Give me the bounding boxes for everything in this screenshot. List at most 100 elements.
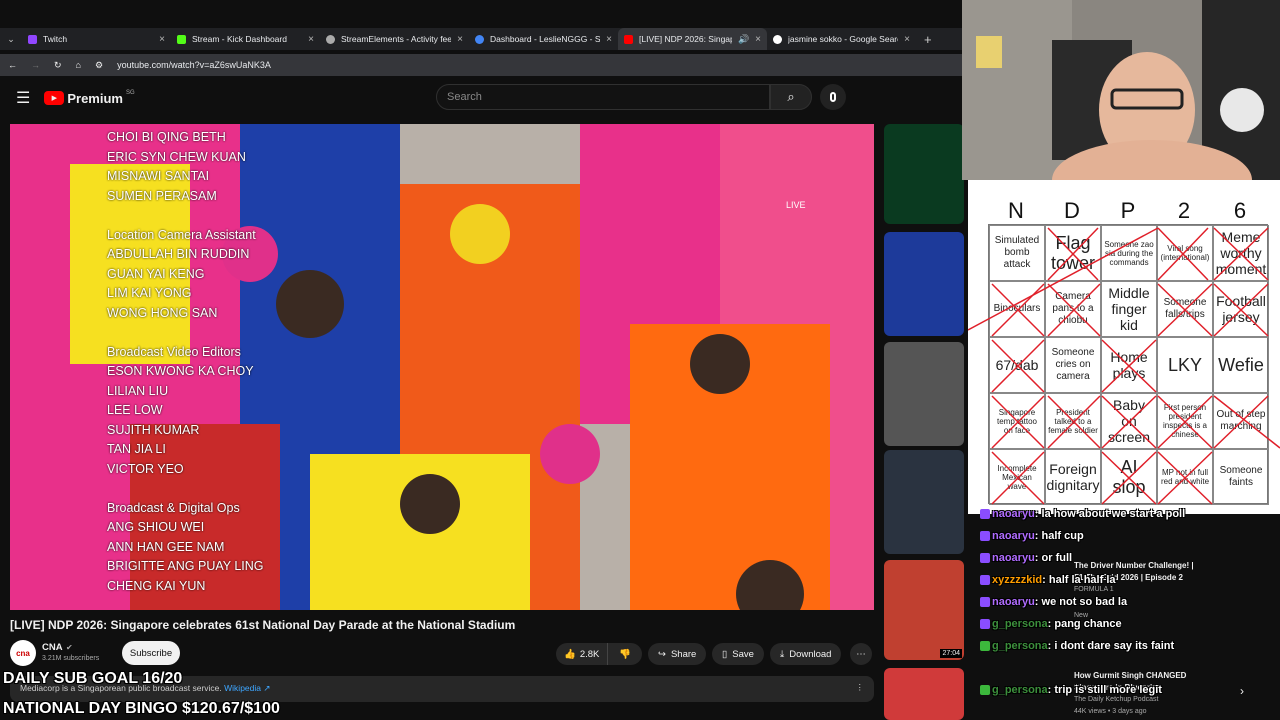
bingo-cell: Home plays: [1101, 337, 1157, 393]
speaker-icon[interactable]: 🔊: [738, 34, 749, 45]
search-icon: ⌕: [787, 89, 795, 104]
recommended-thumbnail[interactable]: 27:04: [884, 560, 964, 660]
tab-twitch[interactable]: Twitch ×: [22, 28, 171, 50]
tab-google-search[interactable]: jasmine sokko - Google Search ×: [767, 28, 916, 50]
webcam-frame: [962, 0, 1280, 180]
chat-message: naoaryu: or full: [980, 552, 1072, 564]
sub-badge-icon: [980, 509, 990, 520]
download-button[interactable]: ⤓ Download: [770, 643, 842, 665]
search-button[interactable]: ⌕: [770, 84, 812, 110]
close-icon[interactable]: ×: [904, 34, 910, 45]
more-actions-button[interactable]: ⋯: [850, 643, 872, 665]
forward-icon[interactable]: →: [31, 60, 40, 70]
menu-icon[interactable]: ☰: [16, 88, 30, 108]
bingo-cell: Football jersey: [1213, 281, 1269, 337]
chevron-right-icon[interactable]: ›: [1240, 684, 1244, 698]
verified-icon: ✔: [66, 643, 73, 652]
youtube-play-icon: ▶: [44, 91, 65, 105]
video-title: [LIVE] NDP 2026: Singapore celebrates 61…: [10, 618, 516, 632]
voice-search-button[interactable]: [820, 84, 846, 110]
bingo-cell: Foreign dignitary: [1045, 449, 1101, 505]
twitch-favicon-icon: [28, 34, 37, 44]
bingo-cell: Viral song (international): [1157, 225, 1213, 281]
close-icon[interactable]: ×: [308, 34, 314, 45]
youtube-logo[interactable]: ▶ Premium SG: [44, 90, 135, 106]
bookmark-icon: ▯: [722, 648, 728, 660]
like-dislike-group: 👍 2.8K 👎: [556, 643, 642, 665]
sub-badge-icon: [980, 597, 990, 608]
close-icon[interactable]: ×: [159, 34, 165, 45]
bingo-cell: Out of step marching: [1213, 393, 1269, 449]
sub-badge-icon: [980, 575, 990, 586]
chat-message: naoaryu: half cup: [980, 530, 1084, 542]
chat-message: naoaryu: we not so bad la: [980, 596, 1127, 608]
bingo-cell: Baby on screen: [1101, 393, 1157, 449]
back-icon[interactable]: ←: [8, 60, 17, 70]
bingo-card: NDP26 Simulated bomb attack Flag tower S…: [968, 180, 1280, 514]
recommended-thumbnail[interactable]: [884, 124, 964, 224]
tab-list-icon[interactable]: ⌄: [0, 34, 22, 45]
tab-dashboard[interactable]: Dashboard - LeslieNGGG - Syn ×: [469, 28, 618, 50]
reload-icon[interactable]: ↻: [54, 60, 62, 71]
kick-favicon-icon: [177, 34, 186, 44]
recommended-thumbnail[interactable]: [884, 668, 964, 720]
url-text[interactable]: youtube.com/watch?v=aZ6swUaNK3A: [117, 60, 271, 70]
bingo-cell: Flag tower: [1045, 225, 1101, 281]
channel-avatar[interactable]: cna: [10, 640, 36, 666]
close-icon[interactable]: ×: [457, 34, 463, 45]
download-icon: ⤓: [780, 648, 785, 660]
bingo-cell: LKY: [1157, 337, 1213, 393]
google-favicon-icon: [773, 34, 782, 44]
wikipedia-link[interactable]: Wikipedia ↗: [224, 683, 270, 693]
dislike-button[interactable]: 👎: [613, 649, 637, 660]
close-icon[interactable]: ×: [606, 34, 612, 45]
share-button[interactable]: ↪ Share: [648, 643, 707, 665]
bingo-cell: Middle finger kid: [1101, 281, 1157, 337]
subscribe-button[interactable]: Subscribe: [122, 641, 180, 665]
bingo-cell: Binoculars: [989, 281, 1045, 337]
home-icon[interactable]: ⌂: [76, 60, 81, 70]
bingo-cell: Someone falls/trips: [1157, 281, 1213, 337]
tab-streamelements[interactable]: StreamElements - Activity feed ×: [320, 28, 469, 50]
like-button[interactable]: 👍 2.8K: [556, 643, 609, 665]
close-icon[interactable]: ×: [755, 34, 761, 45]
recommended-thumbnail[interactable]: [884, 232, 964, 336]
dashboard-favicon-icon: [475, 34, 484, 44]
bingo-cell: Meme worthy moment: [1213, 225, 1269, 281]
search-input[interactable]: Search: [436, 84, 770, 110]
bingo-cell: Someone cries on camera: [1045, 337, 1101, 393]
recommended-thumbnail[interactable]: [884, 342, 964, 446]
site-info-icon[interactable]: ⚙: [95, 60, 103, 71]
bingo-grid: Simulated bomb attack Flag tower Someone…: [988, 224, 1269, 505]
tab-kick-dashboard[interactable]: Stream - Kick Dashboard ×: [171, 28, 320, 50]
recommended-thumbnail[interactable]: [884, 450, 964, 554]
channel-name[interactable]: CNA: [42, 642, 63, 653]
save-button[interactable]: ▯ Save: [712, 643, 764, 665]
sub-badge-icon: [980, 531, 990, 542]
microphone-icon: [830, 92, 836, 102]
thumbs-down-icon: 👎: [619, 648, 632, 660]
chat-message: xyzzzzkid: half la half la: [980, 574, 1116, 586]
streamelements-favicon-icon: [326, 34, 335, 44]
duration-badge: 27:04: [940, 649, 962, 658]
bingo-cell: MP not in full red and white: [1157, 449, 1213, 505]
new-tab-icon[interactable]: +: [924, 32, 932, 47]
bingo-cell: AI slop: [1101, 449, 1157, 505]
tab-youtube-ndp[interactable]: [LIVE] NDP 2026: Singapore🔊×: [618, 28, 767, 50]
bingo-cell: Someone zao sia during the commands: [1101, 225, 1157, 281]
browser-tab-bar: ⌄ Twitch × Stream - Kick Dashboard × Strea…: [0, 28, 962, 50]
bingo-cell: Simulated bomb attack: [989, 225, 1045, 281]
more-icon: ⋯: [856, 648, 866, 660]
kebab-icon[interactable]: ⋮: [856, 682, 865, 693]
chat-message: g_persona: i dont dare say its faint: [980, 640, 1174, 652]
bingo-cell: Incomplete Mexican wave: [989, 449, 1045, 505]
video-player[interactable]: CHOI BI QING BETH ERIC SYN CHEW KUAN MISNA…: [10, 124, 874, 610]
thumbs-up-icon: 👍: [564, 648, 576, 660]
share-icon: ↪: [658, 648, 666, 660]
sub-goal-overlay: DAILY SUB GOAL 16/20: [3, 670, 183, 687]
recommendations-column: 27:04: [884, 124, 964, 720]
chat-overlay: naoaryu: la how about we start a poll na…: [980, 508, 1280, 720]
subscriber-count: 3.21M subscribers: [42, 655, 100, 662]
bingo-cell: Someone faints: [1213, 449, 1269, 505]
sub-badge-icon: [980, 685, 990, 696]
